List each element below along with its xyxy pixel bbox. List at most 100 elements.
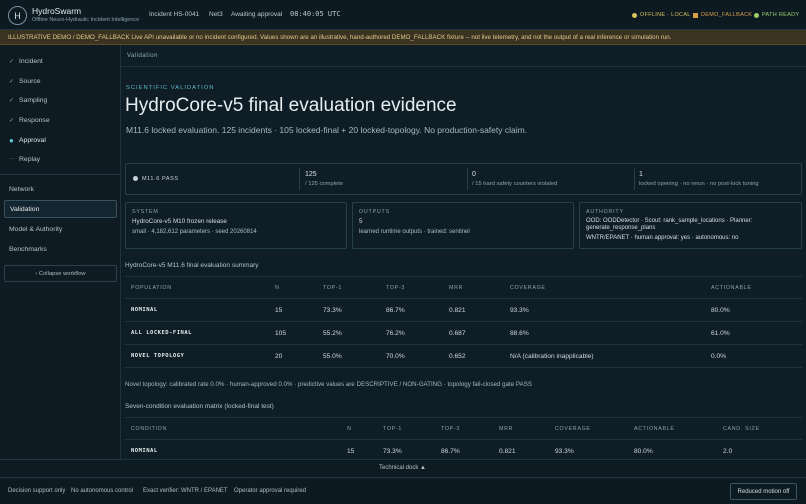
kpi-row: M11.6 PASS 125 / 125 complete 0 / 15 har… [125, 163, 802, 195]
workflow-step-label: Sampling [19, 96, 48, 104]
check-icon: ✓ [9, 78, 15, 85]
table-cell: NOMINAL [125, 298, 269, 322]
status-path-label: PATH READY [762, 12, 800, 18]
table-cell: 2.0 [717, 439, 802, 459]
top-bar: H HydroSwarm Offline Neuro-Hydraulic Inc… [0, 0, 806, 30]
network-name: Net3 [209, 11, 223, 18]
matrix-title: Seven-condition evaluation matrix (locke… [125, 403, 274, 410]
card-heading: AUTHORITY [586, 209, 624, 215]
workflow-step-response[interactable]: ✓ Response [4, 111, 117, 129]
check-icon: ✓ [9, 97, 15, 104]
workflow-step-label: Incident [19, 57, 43, 65]
kpi-divider [467, 168, 468, 190]
kpi-divider [299, 168, 300, 190]
workflow-step-label: Response [19, 116, 50, 124]
authority-components: OOD: OODDetector · Scout: rank_sample_lo… [586, 218, 753, 224]
col-header[interactable]: POPULATION [125, 276, 269, 299]
summary-title: HydroCore-v5 M11.6 final evaluation summ… [125, 262, 259, 269]
table-cell: 0.652 [443, 344, 504, 368]
col-header[interactable]: N [269, 276, 317, 299]
status-path-ready: PATH READY [754, 12, 799, 18]
table-cell: N/A (calibration inapplicable) [504, 344, 705, 368]
col-header[interactable]: COVERAGE [549, 417, 628, 440]
footer-verifier: Exact verifier: WNTR / EPANET [143, 488, 228, 494]
col-header[interactable]: CAND. SIZE [717, 417, 802, 440]
table-cell: 73.3% [377, 439, 435, 459]
col-header[interactable]: N [341, 417, 377, 440]
col-header[interactable]: MRR [493, 417, 549, 440]
status-square-icon [693, 12, 698, 18]
table-cell: 93.3% [549, 439, 628, 459]
table-cell: 93.3% [504, 298, 705, 322]
technical-dock-toggle[interactable]: Technical dock ▲ [379, 465, 426, 471]
col-header[interactable]: TOP-1 [377, 417, 435, 440]
status-demo-label: DEMO_FALLBACK [701, 12, 753, 18]
app-subtitle: Offline Neuro-Hydraulic Incident Intelli… [32, 17, 140, 23]
table-cell: 0.821 [493, 439, 549, 459]
workflow-step-label: Source [19, 77, 41, 85]
table-row: NOMINAL 15 73.3% 86.7% 0.821 93.3% 80.0%… [125, 439, 802, 459]
col-header[interactable]: MRR [443, 276, 504, 299]
col-header[interactable]: ACTIONABLE [628, 417, 717, 440]
table-cell: 80.0% [705, 298, 802, 322]
kpi-safety-label: / 15 hard safety counters violated [472, 181, 558, 187]
table-cell: 0.0% [705, 344, 802, 368]
table-header-row: POPULATION N TOP-1 TOP-3 MRR COVERAGE AC… [125, 276, 802, 299]
nav-validation[interactable]: Validation [4, 200, 117, 218]
workflow-step-incident[interactable]: ✓ Incident [4, 52, 117, 70]
matrix-table: CONDITION N TOP-1 TOP-3 MRR COVERAGE ACT… [125, 417, 802, 459]
footer: Decision support only No autonomous cont… [0, 477, 806, 504]
col-header[interactable]: COVERAGE [504, 276, 705, 299]
authority-card: AUTHORITY OOD: OODDetector · Scout: rank… [579, 202, 802, 249]
workflow-step-source[interactable]: ✓ Source [4, 72, 117, 90]
kpi-opening-value: 1 [639, 171, 643, 178]
pending-dots-icon: ··· [9, 156, 15, 162]
kpi-safety-value: 0 [472, 171, 476, 178]
kpi-complete-label: / 125 complete [305, 181, 344, 187]
table-cell: 15 [341, 439, 377, 459]
system-release: HydroCore-v5 M10 frozen release [132, 218, 227, 225]
kpi-divider [634, 168, 635, 190]
summary-table: POPULATION N TOP-1 TOP-3 MRR COVERAGE AC… [125, 276, 802, 368]
authority-approval: WNTR/EPANET · human approval: yes · auto… [586, 235, 739, 241]
col-header[interactable]: TOP-3 [435, 417, 493, 440]
col-header[interactable]: ACTIONABLE [705, 276, 802, 299]
system-params: small · 4,182,612 parameters · seed 2026… [132, 229, 257, 235]
page-lead: M11.6 locked evaluation. 125 incidents ·… [126, 125, 528, 135]
collapse-workflow-button[interactable]: ‹ Collapse workflow [4, 265, 117, 282]
table-row: ALL LOCKED-FINAL 105 55.2% 76.2% 0.687 8… [125, 321, 802, 345]
col-header[interactable]: CONDITION [125, 417, 341, 440]
workflow-step-label: Replay [19, 155, 41, 163]
footer-operator-approval: Operator approval required [234, 488, 307, 494]
col-header[interactable]: TOP-1 [317, 276, 380, 299]
sidebar: ✓ Incident ✓ Source ✓ Sampling ✓ Respons… [0, 45, 121, 459]
table-cell: 105 [269, 321, 317, 345]
nav-model-authority[interactable]: Model & Authority [4, 220, 117, 238]
table-cell: 0.687 [443, 321, 504, 345]
breadcrumb-bar: Validation [121, 45, 806, 67]
workflow-step-sampling[interactable]: ✓ Sampling [4, 91, 117, 109]
demo-fallback-banner: ILLUSTRATIVE DEMO / DEMO_FALLBACK Live A… [0, 30, 806, 45]
table-cell: 76.2% [380, 321, 443, 345]
col-header[interactable]: TOP-3 [380, 276, 443, 299]
pass-dot-icon [133, 176, 138, 181]
reduced-motion-button[interactable]: Reduced motion off [730, 483, 797, 500]
novel-topology-note: Novel topology: calibrated rate 0.0% · h… [125, 381, 532, 388]
workflow-step-approval[interactable]: ● Approval [4, 131, 117, 149]
table-cell: 88.6% [504, 321, 705, 345]
section-eyebrow: SCIENTIFIC VALIDATION [126, 85, 215, 91]
workflow-step-replay[interactable]: ··· Replay [4, 150, 117, 168]
nav-network[interactable]: Network [4, 180, 117, 198]
workflow-step-label: Approval [19, 136, 46, 144]
page-title: HydroCore-v5 final evaluation evidence [125, 95, 457, 116]
app-logo[interactable]: H [8, 6, 27, 25]
outputs-detail: learned runtime outputs · trained: senti… [359, 229, 470, 235]
technical-dock-bar: Technical dock ▲ [0, 459, 806, 477]
table-cell: 55.2% [317, 321, 380, 345]
main-content: Validation SCIENTIFIC VALIDATION HydroCo… [121, 45, 806, 459]
table-cell: 0.821 [443, 298, 504, 322]
breadcrumb: Validation [127, 53, 158, 59]
status-dot-icon [632, 12, 637, 18]
nav-benchmarks[interactable]: Benchmarks [4, 240, 117, 258]
table-cell: NOMINAL [125, 439, 341, 459]
